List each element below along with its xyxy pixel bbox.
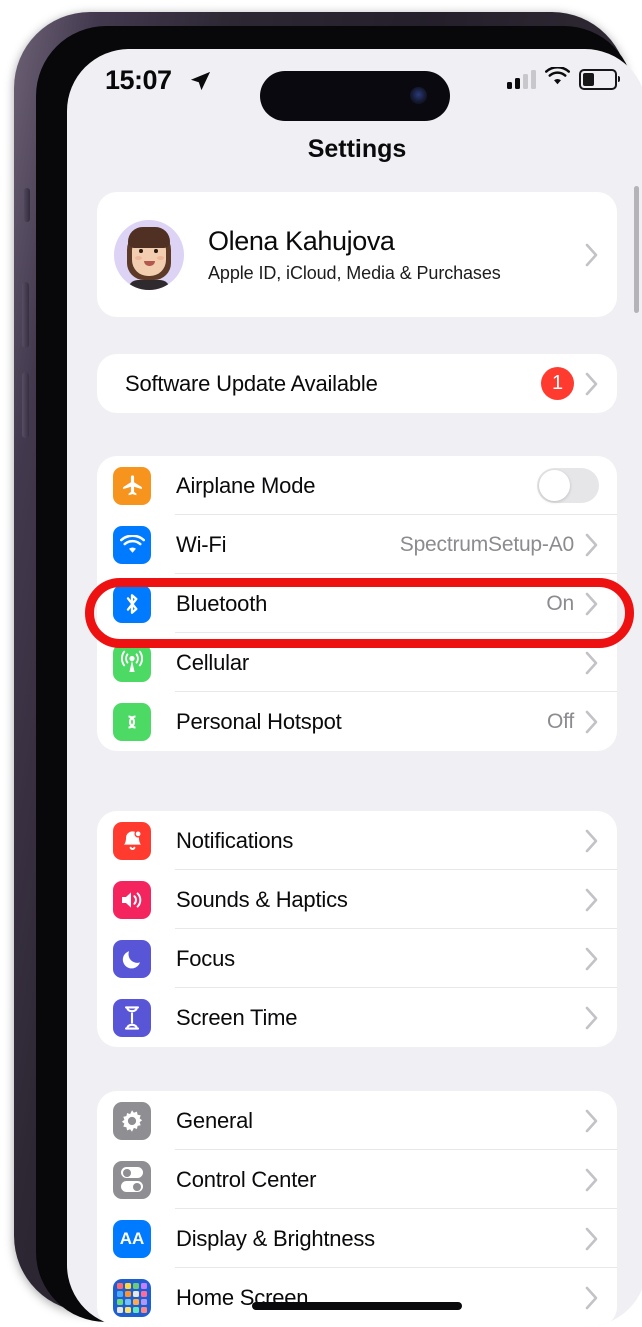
hotspot-icon (113, 702, 151, 741)
volume-up-button[interactable] (22, 282, 29, 348)
software-update-label: Software Update Available (125, 370, 378, 396)
profile-name: Olena Kahujova (208, 225, 395, 256)
row-label: Notifications (176, 827, 294, 853)
settings-row-general[interactable]: General (97, 1091, 617, 1150)
row-label: Screen Time (176, 1004, 298, 1030)
silent-switch[interactable] (24, 188, 30, 222)
settings-row-display-brightness[interactable]: AA Display & Brightness (97, 1209, 617, 1268)
notifications-group: Notifications Sounds & Haptics Focus Scr… (97, 811, 617, 1047)
row-label: Bluetooth (176, 590, 268, 616)
settings-row-cellular[interactable]: Cellular (97, 633, 617, 692)
memoji-avatar (114, 219, 184, 290)
row-label: Cellular (176, 649, 249, 675)
phone-frame: 15:07 Settings Olena Kahujova Apple ID, … (14, 12, 642, 1327)
settings-row-focus[interactable]: Focus (97, 929, 617, 988)
chevron-right-icon (585, 710, 599, 734)
volume-down-button[interactable] (22, 372, 29, 438)
bell-icon (113, 821, 151, 860)
status-time: 15:07 (105, 65, 172, 95)
settings-row-airplane-mode[interactable]: Airplane Mode (97, 456, 617, 515)
software-update-card: Software Update Available 1 (97, 354, 617, 413)
general-group: General Control Center AA Display & Brig… (97, 1091, 617, 1327)
wifi-icon (545, 66, 570, 91)
chevron-right-icon (585, 829, 599, 853)
settings-row-sounds-haptics[interactable]: Sounds & Haptics (97, 870, 617, 929)
phone-screen: 15:07 Settings Olena Kahujova Apple ID, … (67, 49, 642, 1327)
chevron-right-icon (585, 592, 599, 616)
row-label: Personal Hotspot (176, 708, 342, 734)
chevron-right-icon (585, 947, 599, 971)
row-label: Display & Brightness (176, 1225, 375, 1251)
dynamic-island (260, 71, 450, 121)
home-indicator[interactable] (252, 1302, 462, 1310)
chevron-right-icon (585, 372, 599, 396)
row-value: Off (546, 709, 574, 733)
row-label: Sounds & Haptics (176, 886, 348, 912)
chevron-right-icon (585, 1006, 599, 1030)
settings-row-screen-time[interactable]: Screen Time (97, 988, 617, 1047)
battery-icon (579, 68, 620, 90)
row-label: Airplane Mode (176, 472, 316, 498)
speaker-icon (113, 880, 151, 919)
settings-row-wifi[interactable]: Wi-Fi SpectrumSetup-A0 (97, 515, 617, 574)
settings-row-personal-hotspot[interactable]: Personal Hotspot Off (97, 692, 617, 751)
airplane-icon (113, 466, 151, 505)
chevron-right-icon (585, 1227, 599, 1251)
chevron-right-icon (585, 533, 599, 557)
cellular-signal-icon (507, 69, 536, 89)
location-arrow-icon (189, 69, 212, 97)
chevron-right-icon (585, 1168, 599, 1192)
settings-list: Olena Kahujova Apple ID, iCloud, Media &… (67, 167, 642, 1327)
chevron-right-icon (585, 243, 599, 267)
cellular-antenna-icon (113, 643, 151, 682)
settings-row-home-screen[interactable]: Home Screen (97, 1268, 617, 1327)
chevron-right-icon (585, 651, 599, 675)
status-bar: 15:07 (67, 49, 642, 121)
display-brightness-glyph: AA (119, 1228, 145, 1248)
settings-row-bluetooth[interactable]: Bluetooth On (97, 574, 617, 633)
settings-row-notifications[interactable]: Notifications (97, 811, 617, 870)
front-camera-lens (410, 87, 427, 104)
chevron-right-icon (585, 1286, 599, 1310)
chevron-right-icon (585, 888, 599, 912)
airplane-mode-toggle[interactable] (537, 468, 599, 503)
wifi-icon (113, 525, 151, 564)
phone-bezel: 15:07 Settings Olena Kahujova Apple ID, … (36, 26, 642, 1327)
row-label: General (176, 1107, 253, 1133)
row-label: Focus (176, 945, 235, 971)
hourglass-icon (113, 998, 151, 1037)
apple-id-profile-row[interactable]: Olena Kahujova Apple ID, iCloud, Media &… (97, 192, 617, 317)
moon-icon (113, 939, 151, 978)
settings-row-control-center[interactable]: Control Center (97, 1150, 617, 1209)
row-label: Control Center (176, 1166, 317, 1192)
display-brightness-icon: AA (113, 1219, 151, 1258)
profile-subtitle: Apple ID, iCloud, Media & Purchases (208, 262, 501, 283)
chevron-right-icon (585, 1109, 599, 1133)
page-title: Settings (307, 135, 407, 163)
status-indicators (507, 66, 620, 91)
software-update-row[interactable]: Software Update Available 1 (97, 354, 617, 413)
home-screen-grid-icon (113, 1278, 151, 1317)
row-value: On (546, 591, 574, 615)
row-value: SpectrumSetup-A0 (399, 532, 574, 556)
status-badge: 1 (541, 367, 574, 400)
bluetooth-icon (113, 584, 151, 623)
gear-icon (113, 1101, 151, 1140)
connectivity-group: Airplane Mode Wi-Fi SpectrumSetup-A0 Blu… (97, 456, 617, 751)
row-label: Wi-Fi (176, 531, 227, 557)
control-center-icon (113, 1160, 151, 1199)
